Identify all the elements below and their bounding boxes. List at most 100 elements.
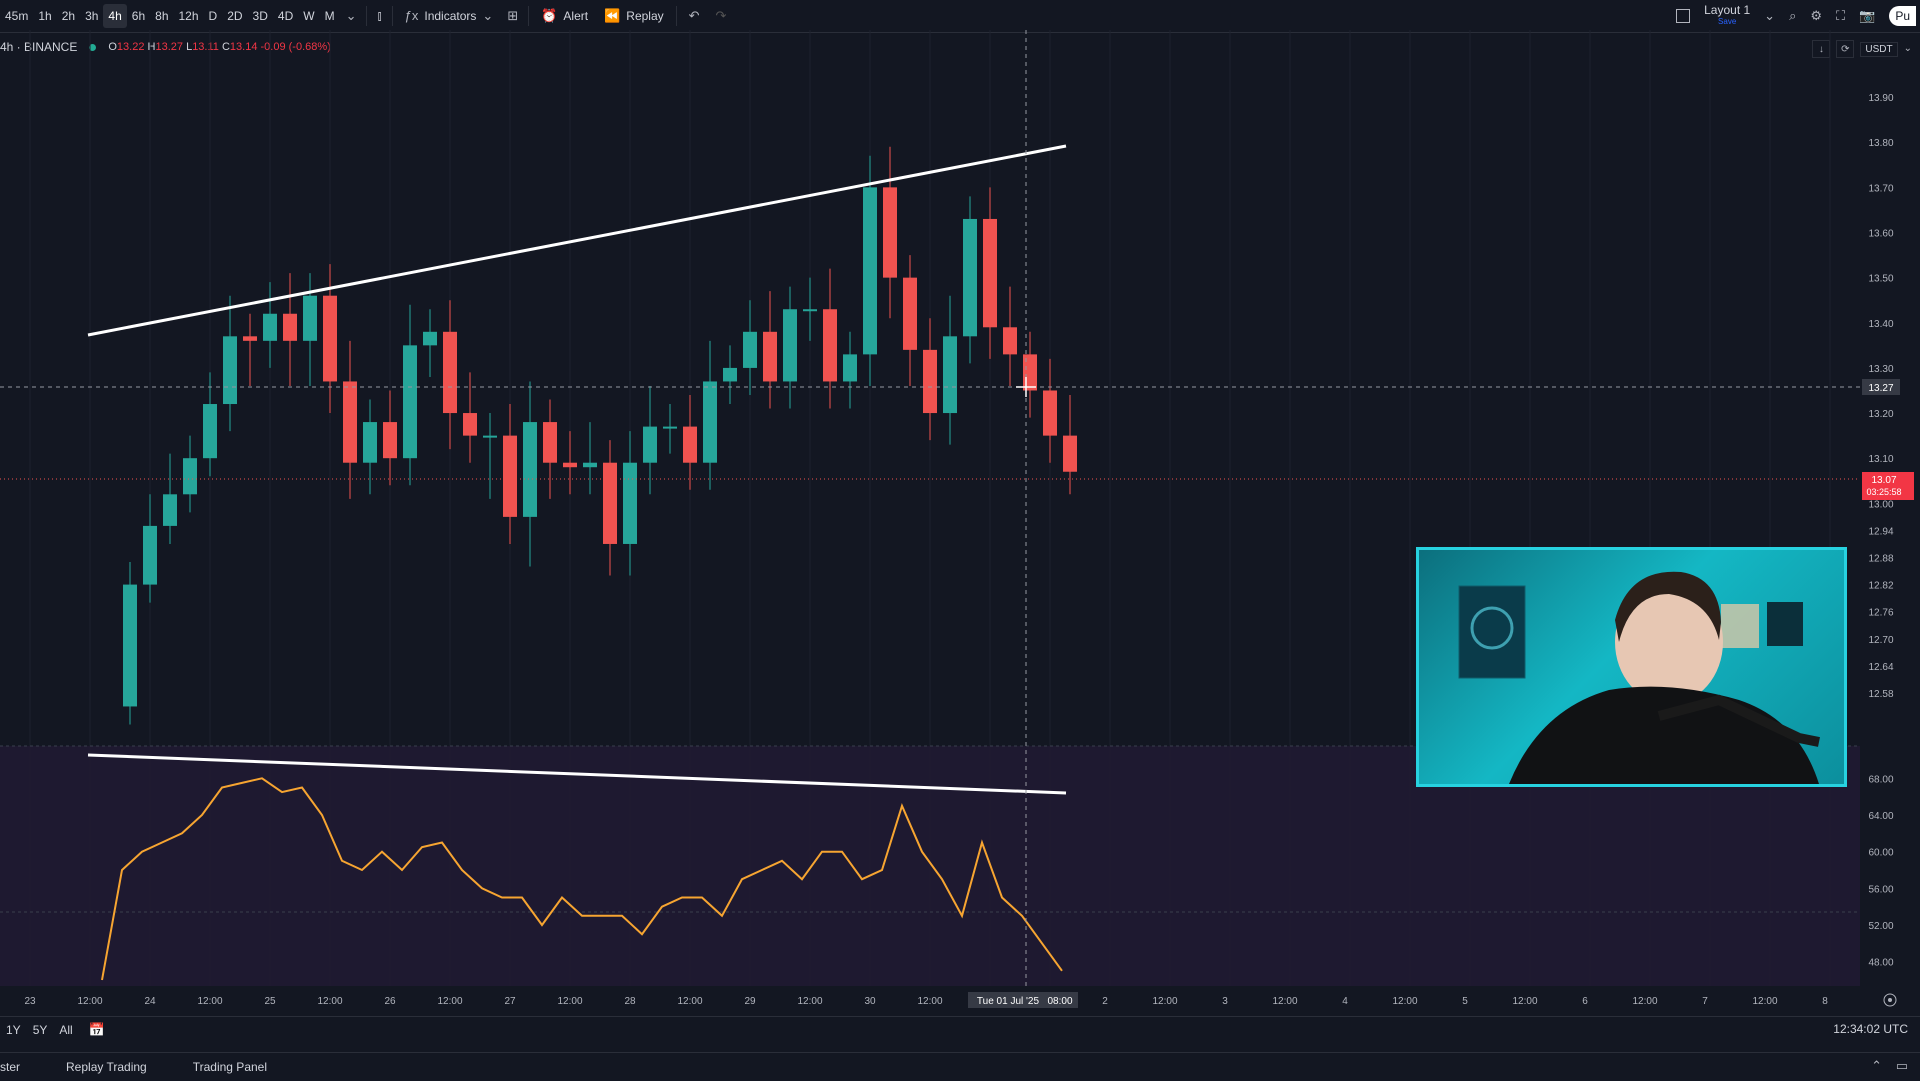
candle-body: [123, 584, 137, 707]
replay-button[interactable]: ⏪ Replay: [596, 3, 672, 29]
time-tick-label: 12:00: [797, 996, 822, 1007]
chevron-down-icon[interactable]: ⌄: [340, 9, 363, 23]
candles-style-icon[interactable]: ⫾: [371, 9, 387, 23]
divider: [675, 6, 677, 26]
timeframe-2h[interactable]: 2h: [57, 4, 80, 28]
time-tick-label: 25: [264, 996, 276, 1007]
upper-trendline[interactable]: [87, 144, 1067, 337]
range-5y[interactable]: 5Y: [27, 1023, 54, 1037]
candle-body: [443, 331, 457, 414]
price-tick-label: 13.90: [1868, 93, 1893, 104]
time-tick-label: 4: [1342, 996, 1348, 1007]
layout-square-icon[interactable]: [1676, 9, 1691, 23]
range-selector: 1Y 5Y All: [0, 1023, 79, 1037]
candle-body: [403, 345, 417, 459]
panel-tab-replay-trading[interactable]: Replay Trading: [42, 1060, 169, 1074]
price-tick-label: 12.76: [1868, 608, 1893, 619]
time-tick-label: 12:00: [1632, 996, 1657, 1007]
price-tick-label: 13.80: [1868, 138, 1893, 149]
time-tick-label: 5: [1462, 996, 1468, 1007]
rewind-icon: ⏪: [604, 8, 621, 23]
timeframe-m[interactable]: M: [320, 4, 340, 28]
time-tick-label: 12:00: [197, 996, 222, 1007]
timeframe-2d[interactable]: 2D: [222, 4, 247, 28]
timeframe-1h[interactable]: 1h: [33, 4, 56, 28]
time-tick-label: 6: [1582, 996, 1588, 1007]
candle-body: [303, 295, 317, 341]
camera-icon[interactable]: 📷: [1859, 9, 1875, 23]
alarm-clock-icon: ⏰: [541, 8, 558, 23]
timeframe-4d[interactable]: 4D: [273, 4, 298, 28]
range-all[interactable]: All: [53, 1023, 78, 1037]
panel-tab-trading-panel[interactable]: Trading Panel: [169, 1060, 289, 1074]
chevron-up-icon[interactable]: ⌃: [1871, 1059, 1882, 1073]
chevron-down-icon[interactable]: ⌄: [1764, 9, 1775, 23]
redo-icon[interactable]: ↷: [708, 9, 735, 23]
price-chart[interactable]: 13.90 13.80 13.70 13.60 13.50 13.40 13.30 13.20…: [0, 30, 1920, 1020]
bottom-panel-tabs: ster Replay Trading Trading Panel ⌃ ▭: [0, 1052, 1920, 1081]
candle-body: [603, 462, 617, 544]
candle-body: [803, 309, 817, 312]
timeframe-8h[interactable]: 8h: [150, 4, 173, 28]
timeframe-4h[interactable]: 4h: [103, 4, 127, 28]
gear-icon[interactable]: ⚙: [1810, 9, 1822, 23]
candle-body: [323, 295, 337, 382]
calendar-icon[interactable]: 📅: [79, 1023, 115, 1037]
candle-body: [143, 525, 157, 585]
time-tick-label: 8: [1822, 996, 1828, 1007]
time-tick-label: 12:00: [437, 996, 462, 1007]
candle-body: [963, 218, 977, 337]
timeframe-d[interactable]: D: [204, 4, 223, 28]
price-tick-label: 12.88: [1868, 554, 1893, 565]
alert-label: Alert: [563, 9, 589, 23]
candle-body: [883, 187, 897, 278]
goto-realtime-icon[interactable]: [1883, 993, 1897, 1007]
timeframe-3d[interactable]: 3D: [248, 4, 273, 28]
time-tick-label: 2: [1102, 996, 1108, 1007]
undo-icon[interactable]: ↶: [681, 9, 708, 23]
divider: [528, 6, 530, 26]
publish-button[interactable]: Pu: [1889, 6, 1916, 26]
fullscreen-icon[interactable]: ⛶: [1836, 9, 1845, 23]
quick-search-icon[interactable]: ⌕: [1789, 9, 1796, 23]
alert-button[interactable]: ⏰ Alert: [533, 3, 596, 29]
candle-body: [723, 367, 737, 382]
candle-body: [923, 349, 937, 414]
candle-body: [623, 462, 637, 544]
layout-selector[interactable]: Layout 1 Save: [1704, 4, 1750, 27]
candle-body: [743, 331, 757, 368]
candle-body: [523, 422, 537, 517]
time-axis: 23 12:00 24 12:00 25 12:00 26 12:00 27 12:00 28 12:…: [24, 996, 1828, 1007]
panel-tab-ster[interactable]: ster: [0, 1060, 42, 1074]
candle-body: [383, 422, 397, 459]
timeframe-6h[interactable]: 6h: [127, 4, 150, 28]
candle-body: [583, 462, 597, 468]
webcam-overlay: [1416, 547, 1847, 787]
time-tick-label: 7: [1702, 996, 1708, 1007]
time-tick-label: 26: [384, 996, 396, 1007]
templates-grid-icon[interactable]: ⊞: [501, 9, 524, 23]
time-tick-label: 23: [24, 996, 36, 1007]
candle-body: [343, 381, 357, 463]
maximize-panel-icon[interactable]: ▭: [1896, 1059, 1908, 1073]
timeframe-3h[interactable]: 3h: [80, 4, 103, 28]
candle-body: [563, 462, 577, 468]
time-tick-label: 12:00: [677, 996, 702, 1007]
timeframe-45m[interactable]: 45m: [0, 4, 33, 28]
timeframe-w[interactable]: W: [298, 4, 319, 28]
time-tick-label: 24: [144, 996, 156, 1007]
utc-clock[interactable]: 12:34:02 UTC: [1833, 1022, 1908, 1036]
top-toolbar: 45m 1h 2h 3h 4h 6h 8h 12h D 2D 3D 4D W M ⌄ ⫾ ƒx Indic…: [0, 0, 1920, 33]
time-tick-label: 3: [1222, 996, 1228, 1007]
candle-body: [243, 336, 257, 341]
price-tick-label: 13.40: [1868, 319, 1893, 330]
candle-body: [1023, 354, 1037, 391]
price-tick-label: 13.20: [1868, 409, 1893, 420]
timeframe-12h[interactable]: 12h: [174, 4, 204, 28]
price-tick-label: 13.70: [1868, 183, 1893, 194]
indicators-button[interactable]: ƒx Indicators ⌄: [397, 3, 502, 29]
range-1y[interactable]: 1Y: [0, 1023, 27, 1037]
range-bar: 1Y 5Y All 📅 12:34:02 UTC: [0, 1016, 1920, 1043]
candle-body: [223, 336, 237, 405]
svg-text:08:00: 08:00: [1047, 996, 1072, 1007]
